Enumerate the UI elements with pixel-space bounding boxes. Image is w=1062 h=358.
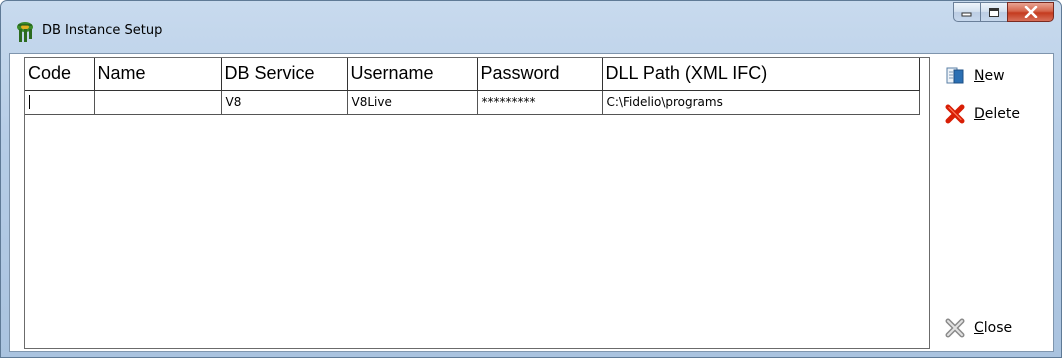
column-header-db-service[interactable]: DB Service [221,58,348,91]
close-button[interactable]: Close [944,318,1012,338]
column-header-username[interactable]: Username [347,58,478,91]
fidelio-app-icon [17,22,33,42]
close-x-icon [944,318,966,338]
minimize-icon [961,12,972,17]
header-row: Code Name DB Service Username Password D… [25,58,920,91]
new-document-icon [944,66,966,86]
cell-dll-path[interactable]: C:\Fidelio\programs [602,90,920,115]
close-button-label: Close [974,320,1013,336]
new-button-label: New [974,68,1005,84]
maximize-button[interactable] [980,2,1007,22]
column-header-dll-path[interactable]: DLL Path (XML IFC) [602,58,920,91]
column-header-name[interactable]: Name [94,58,222,91]
column-header-password[interactable]: Password [477,58,603,91]
instances-grid[interactable]: Code Name DB Service Username Password D… [24,57,930,349]
instances-table: Code Name DB Service Username Password D… [25,58,920,115]
cell-db-service[interactable]: V8 [221,90,348,115]
close-icon [1024,6,1037,18]
window-title: DB Instance Setup [42,23,163,38]
table-row[interactable]: V8 V8Live ********* C:\Fidelio\programs [25,90,920,115]
minimize-button[interactable] [953,2,980,22]
cell-name[interactable] [94,90,222,115]
delete-x-icon [944,104,966,124]
text-caret [29,95,30,110]
close-window-button[interactable] [1007,2,1054,22]
cell-code[interactable] [25,90,95,115]
column-header-code[interactable]: Code [25,58,95,91]
dialog-client-area: Code Name DB Service Username Password D… [9,53,1054,352]
maximize-icon [989,7,999,17]
caption-buttons [953,2,1054,22]
cell-username[interactable]: V8Live [347,90,478,115]
cell-password[interactable]: ********* [477,90,603,115]
delete-button-label: Delete [974,106,1020,122]
db-instance-setup-window: DB Instance Setup Code Name DB Service U… [0,0,1062,358]
title-bar[interactable]: DB Instance Setup [1,1,1061,53]
delete-button[interactable]: Delete [944,104,1020,124]
new-button[interactable]: New [944,66,1005,86]
